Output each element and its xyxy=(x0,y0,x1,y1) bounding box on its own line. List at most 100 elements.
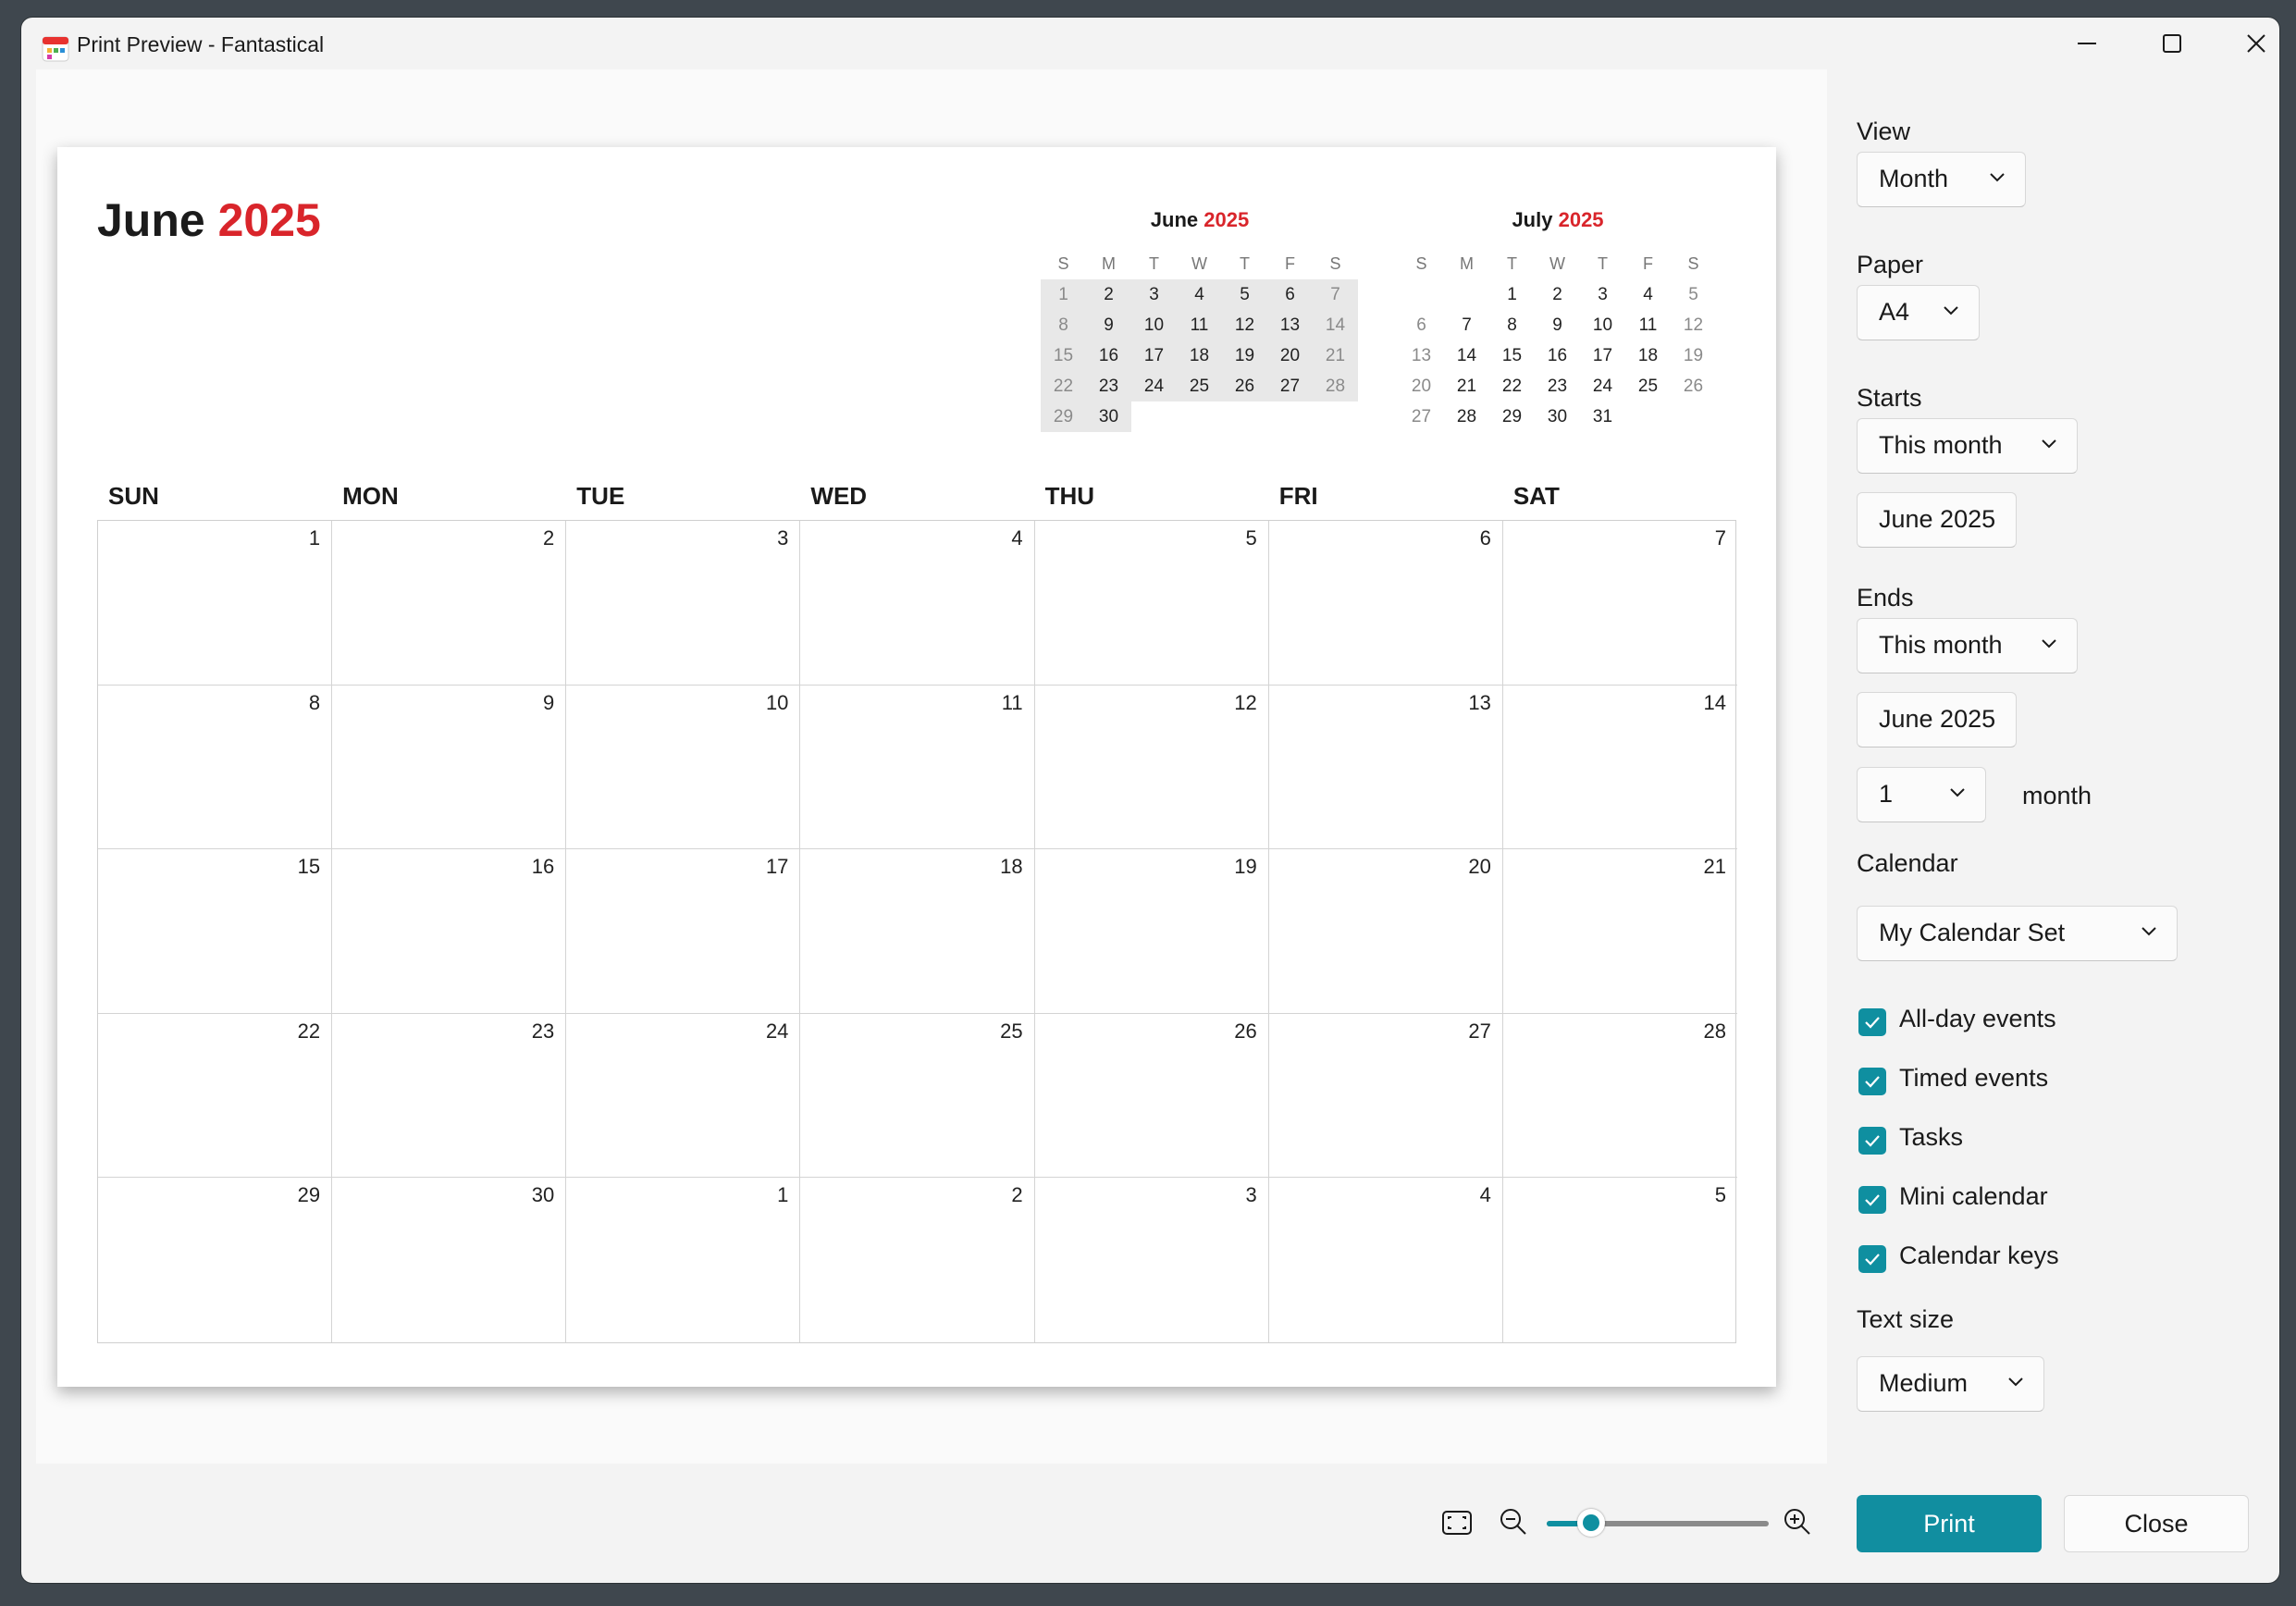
view-value: Month xyxy=(1879,165,1949,192)
zoom-slider-thumb[interactable] xyxy=(1577,1509,1605,1537)
zoom-out-icon[interactable] xyxy=(1499,1507,1528,1537)
close-button[interactable]: Close xyxy=(2064,1495,2249,1552)
option-checkbox[interactable] xyxy=(1858,1186,1886,1214)
mini-day-cell: 8 xyxy=(1041,310,1086,340)
ends-date: June 2025 xyxy=(1879,705,1996,733)
mini-day-cell: 3 xyxy=(1598,285,1608,304)
print-button[interactable]: Print xyxy=(1857,1495,2042,1552)
option-checkbox[interactable] xyxy=(1858,1068,1886,1095)
mini-day-cell: 6 xyxy=(1416,315,1426,335)
option-label: Mini calendar xyxy=(1899,1182,2048,1210)
starts-dropdown[interactable]: This month xyxy=(1857,418,2078,474)
day-number: 5 xyxy=(1714,1183,1726,1207)
view-dropdown[interactable]: Month xyxy=(1857,152,2026,207)
paper-dropdown[interactable]: A4 xyxy=(1857,285,1980,340)
day-number: 24 xyxy=(765,1019,789,1043)
mini-weekday-header: T xyxy=(1598,254,1608,273)
chevron-down-icon xyxy=(2008,1377,2023,1387)
text-size-dropdown[interactable]: Medium xyxy=(1857,1356,2044,1412)
calendar-label: Calendar xyxy=(1857,849,1958,877)
page-title: June 2025 xyxy=(97,193,321,247)
mini-day-cell: 13 xyxy=(1267,310,1313,340)
mini-calendar-title: July 2025 xyxy=(1399,208,1717,236)
mini-day-cell: 26 xyxy=(1222,371,1267,402)
chevron-down-icon xyxy=(1990,173,2005,182)
mini-day-cell: 11 xyxy=(1177,310,1222,340)
chevron-down-icon xyxy=(2042,639,2056,649)
day-number: 26 xyxy=(1234,1019,1257,1043)
zoom-in-icon[interactable] xyxy=(1783,1507,1812,1537)
mini-day-cell: 1 xyxy=(1507,285,1517,304)
option-label: All-day events xyxy=(1899,1005,2056,1032)
fit-to-window-icon[interactable] xyxy=(1441,1509,1473,1537)
day-cell: 16 xyxy=(332,849,567,1014)
ends-dropdown[interactable]: This month xyxy=(1857,618,2078,673)
mini-day-cell: 22 xyxy=(1041,371,1086,402)
mini-day-cell: 17 xyxy=(1592,346,1613,365)
day-number: 14 xyxy=(1703,690,1726,714)
mini-day-cell: 12 xyxy=(1222,310,1267,340)
day-cell: 2 xyxy=(332,521,567,686)
close-window-button[interactable] xyxy=(2214,18,2279,69)
mini-day-cell: 6 xyxy=(1267,279,1313,310)
mini-day-cell: 30 xyxy=(1086,402,1131,432)
ends-value: This month xyxy=(1879,631,2003,659)
mini-day-cell: 11 xyxy=(1638,315,1658,335)
day-cell: 13 xyxy=(1268,685,1503,850)
day-number: 1 xyxy=(777,1183,789,1207)
day-cell: 20 xyxy=(1268,849,1503,1014)
option-checkbox[interactable] xyxy=(1858,1008,1886,1036)
mini-day-cell: 13 xyxy=(1411,346,1432,365)
mini-weekday-header: S xyxy=(1329,254,1341,273)
day-number: 23 xyxy=(531,1019,555,1043)
ends-label: Ends xyxy=(1857,584,1914,612)
mini-day-cell: 31 xyxy=(1592,407,1613,426)
starts-date-button[interactable]: June 2025 xyxy=(1857,492,2017,548)
mini-weekday-header: T xyxy=(1507,254,1517,273)
mini-day-cell: 4 xyxy=(1643,285,1653,304)
maximize-button[interactable] xyxy=(2129,18,2215,69)
starts-label: Starts xyxy=(1857,384,1922,412)
day-number: 5 xyxy=(1245,526,1257,550)
mini-day-cell: 9 xyxy=(1086,310,1131,340)
paper-label: Paper xyxy=(1857,251,1924,278)
mini-day-cell: 27 xyxy=(1411,407,1432,426)
day-cell: 7 xyxy=(1502,521,1737,686)
month-count-dropdown[interactable]: 1 xyxy=(1857,767,1986,822)
checkmark-icon xyxy=(1865,1135,1880,1147)
day-cell: 25 xyxy=(800,1013,1035,1179)
mini-weekday-header: M xyxy=(1460,254,1474,273)
mini-day-cell: 20 xyxy=(1411,377,1432,396)
starts-date: June 2025 xyxy=(1879,505,1996,533)
mini-day-cell: 22 xyxy=(1501,377,1523,396)
option-checkbox[interactable] xyxy=(1858,1127,1886,1155)
mini-day-cell: 30 xyxy=(1547,407,1568,426)
mini-day-cell: 15 xyxy=(1501,346,1523,365)
mini-day-cell: 4 xyxy=(1177,279,1222,310)
ends-date-button[interactable]: June 2025 xyxy=(1857,692,2017,747)
option-checkbox[interactable] xyxy=(1858,1245,1886,1273)
minimize-button[interactable] xyxy=(2044,18,2129,69)
mini-day-cell: 21 xyxy=(1313,340,1358,371)
mini-weekday-header: F xyxy=(1285,254,1295,273)
calendar-dropdown[interactable]: My Calendar Set xyxy=(1857,906,2178,961)
mini-weekday-header: W xyxy=(1191,254,1207,273)
day-cell: 9 xyxy=(332,685,567,850)
print-page: June 2025 June 2025 S M T W T F S 1 2 3 4 5 6 7 8 9 10 11… xyxy=(57,147,1776,1387)
mini-day-cell: 1 xyxy=(1041,279,1086,310)
mini-calendar-year: 2025 xyxy=(1204,208,1250,231)
day-cell: 23 xyxy=(332,1013,567,1179)
day-cell: 3 xyxy=(1035,1178,1269,1342)
day-cell: 3 xyxy=(566,521,801,686)
day-number: 16 xyxy=(531,855,555,879)
minimize-icon xyxy=(2078,43,2096,44)
day-cell: 6 xyxy=(1268,521,1503,686)
day-number: 3 xyxy=(777,526,789,550)
mini-day-cell: 5 xyxy=(1688,285,1698,304)
preview-area[interactable]: June 2025 June 2025 S M T W T F S 1 2 3 4 5 6 7 8 9 10 11… xyxy=(36,69,1827,1464)
weekday-name: SUN xyxy=(108,482,159,510)
weekday-name: WED xyxy=(810,482,868,510)
mini-day-cell: 23 xyxy=(1547,377,1568,396)
mini-day-cell: 26 xyxy=(1683,377,1704,396)
weekday-name: SAT xyxy=(1512,482,1560,510)
